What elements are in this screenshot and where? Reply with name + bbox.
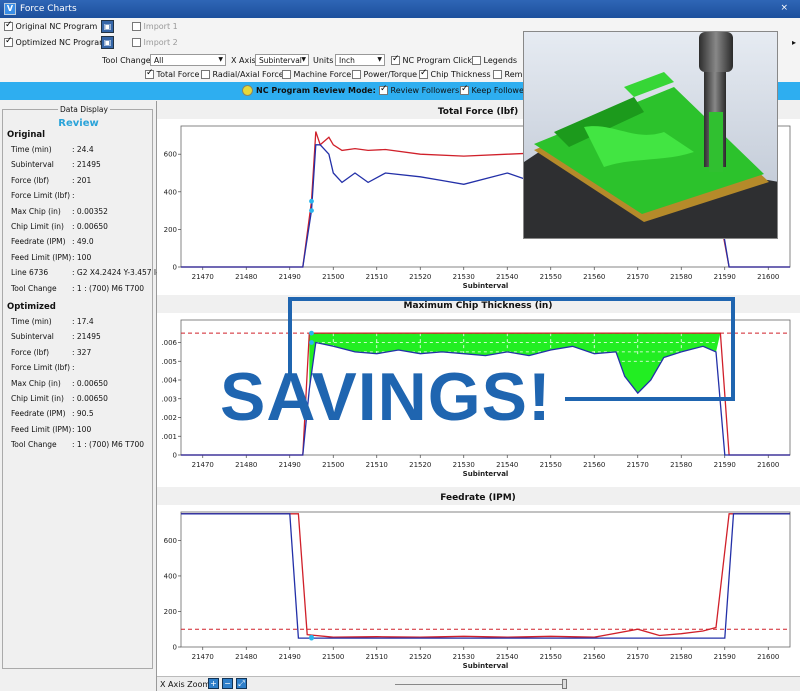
savings-bracket	[288, 297, 735, 401]
savings-callout: SAVINGS!	[220, 359, 552, 435]
